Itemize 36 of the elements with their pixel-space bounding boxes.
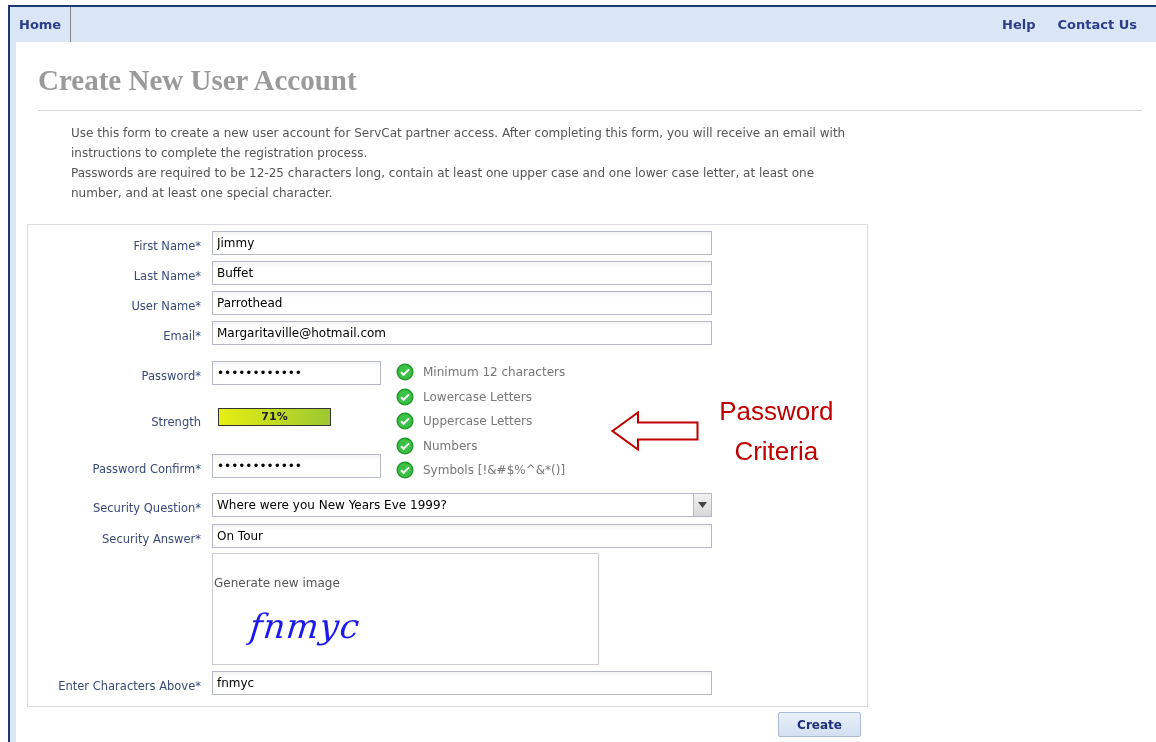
generate-image-link[interactable]: Generate new image <box>214 576 340 590</box>
criterion-text: Uppercase Letters <box>423 413 533 430</box>
page-title: Create New User Account <box>38 63 358 98</box>
text-field[interactable]: Buffet <box>212 261 712 285</box>
field-label: Email* <box>163 329 201 343</box>
field-label: Password* <box>141 369 201 383</box>
field-label: Security Answer* <box>102 532 201 546</box>
dropdown-caret-icon <box>698 502 707 508</box>
annotation-text: Password Criteria <box>719 395 834 468</box>
security-question-select[interactable]: Where were you New Years Eve 1999? <box>212 493 712 517</box>
create-button[interactable]: Create <box>778 712 861 737</box>
criterion-text: Minimum 12 characters <box>423 364 566 381</box>
captcha-text: fnmyc <box>247 606 363 646</box>
text-field[interactable]: Parrothead <box>212 291 712 315</box>
strength-meter: 71% <box>218 408 331 426</box>
field-label: Enter Characters Above* <box>58 679 201 693</box>
text-field[interactable]: fnmyc <box>212 671 712 695</box>
field-label: User Name* <box>131 299 201 313</box>
text-field[interactable]: On Tour <box>212 524 712 548</box>
field-label: First Name* <box>133 239 201 253</box>
text-field[interactable]: Margaritaville@hotmail.com <box>212 321 712 345</box>
intro-paragraph: Use this form to create a new user account for ServCat partner access. After completing this form, you will receive an email with instructions to complete the registration process. <box>71 125 847 162</box>
nav-link[interactable]: Help <box>1002 14 1036 35</box>
arrow-icon <box>611 411 700 451</box>
text-field[interactable]: •••••••••••• <box>212 454 381 478</box>
criterion-text: Lowercase Letters <box>423 388 532 406</box>
field-label: Security Question* <box>92 501 201 515</box>
criterion-text: Numbers <box>423 437 478 455</box>
field-label: Password Confirm* <box>92 462 201 476</box>
criterion-text: Symbols [!&#$%^&*()] <box>423 462 566 479</box>
text-field[interactable]: Jimmy <box>212 231 712 255</box>
field-label: Strength <box>151 415 201 429</box>
intro-paragraph: Passwords are required to be 12-25 characters long, contain at least one upper case and one lower case letter, at least one number, and at least one special character. <box>71 165 816 202</box>
nav-link[interactable]: Contact Us <box>1057 14 1137 35</box>
text-field[interactable]: •••••••••••• <box>212 361 381 385</box>
field-label: Last Name* <box>133 269 201 283</box>
